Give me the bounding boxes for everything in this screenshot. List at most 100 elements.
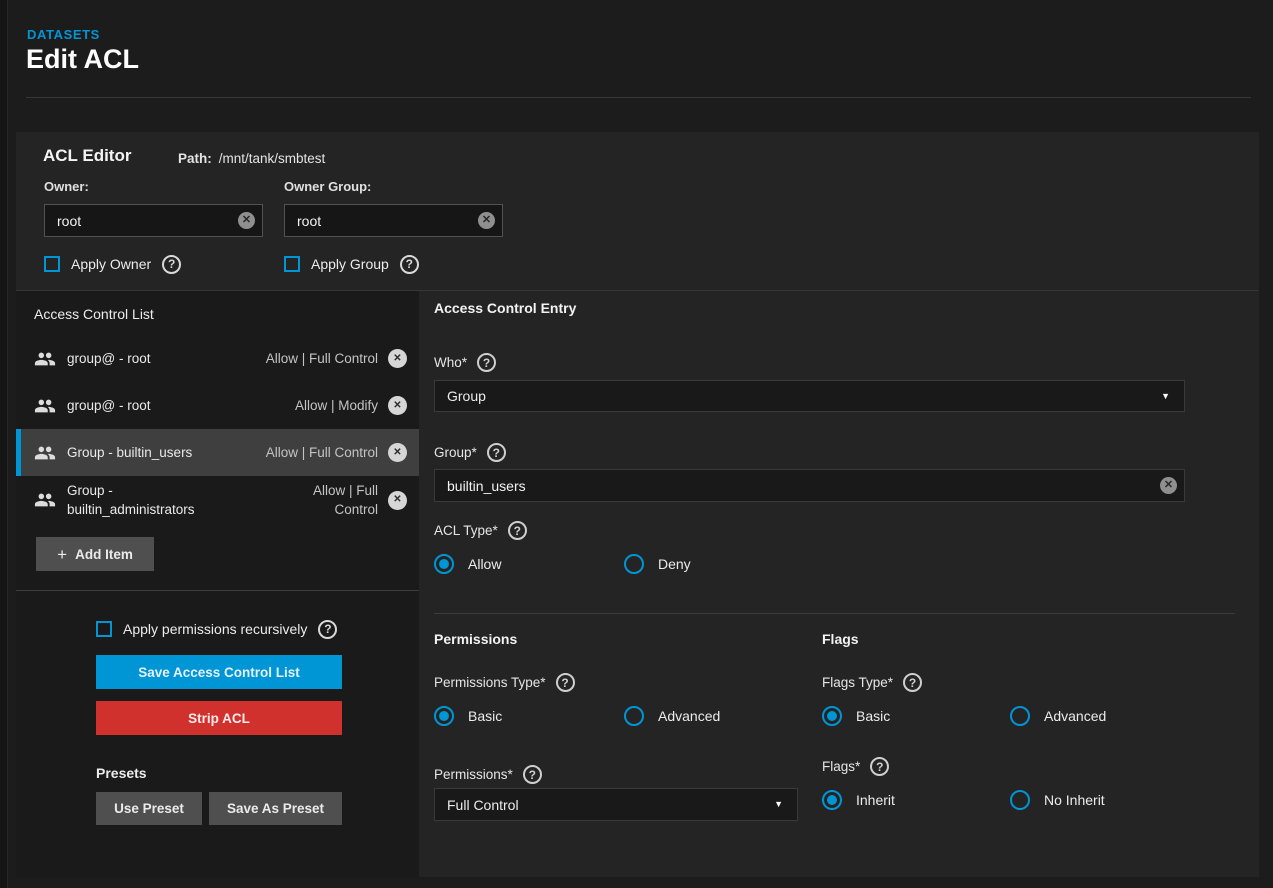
acl-list-item[interactable]: Group - builtin_administrators Allow | F… [16,476,419,524]
flags-header: Flags [822,631,859,647]
apply-owner-help-icon[interactable] [162,255,181,274]
use-preset-button[interactable]: Use Preset [96,792,202,825]
flags-label: Flags* [822,759,860,774]
who-help-icon[interactable] [477,353,496,372]
radio-icon [434,554,454,574]
ace-section-divider [434,613,1235,614]
owner-group-input[interactable] [284,204,503,237]
owner-group-label: Owner Group: [284,179,371,194]
acl-actions: Apply permissions recursively Save Acces… [16,591,419,825]
who-select[interactable]: Group [434,380,1185,412]
path-value: /mnt/tank/smbtest [219,151,326,166]
path-label: Path: [178,151,212,166]
acl-type-help-icon[interactable] [508,521,527,540]
who-select-value: Group [447,388,486,404]
apply-owner-checkbox[interactable] [44,256,60,272]
save-as-preset-button[interactable]: Save As Preset [209,792,342,825]
chevron-down-icon [1161,392,1170,401]
owner-group-field [284,204,503,237]
acl-item-permission: Allow | Modify [295,396,378,415]
permissions-type-label: Permissions Type* [434,675,546,690]
collapsed-sidenav-edge [0,0,8,888]
group-label: Group* [434,445,477,460]
group-people-icon [34,442,56,464]
acl-type-allow-radio[interactable]: Allow [434,554,501,574]
owner-clear-icon[interactable] [238,212,255,229]
acl-item-permission: Allow | Full Control [290,481,378,519]
acl-item-permission: Allow | Full Control [266,349,378,368]
flags-type-label-row: Flags Type* [822,673,922,692]
remove-item-icon[interactable] [388,349,407,368]
flags-no-inherit-radio[interactable]: No Inherit [1010,790,1105,810]
acl-item-who: Group - builtin_administrators [67,481,237,519]
apply-group-checkbox[interactable] [284,256,300,272]
acl-list: group@ - root Allow | Full Control group… [16,335,419,524]
acl-list-item[interactable]: group@ - root Allow | Modify [16,382,419,429]
permissions-select[interactable]: Full Control [434,788,798,821]
owner-input[interactable] [44,204,263,237]
remove-item-icon[interactable] [388,443,407,462]
permissions-help-icon[interactable] [523,765,542,784]
flags-type-advanced-radio[interactable]: Advanced [1010,706,1106,726]
flags-label-row: Flags* [822,757,889,776]
owner-label: Owner: [44,179,89,194]
radio-icon [434,706,454,726]
apply-group-row: Apply Group [284,254,419,274]
group-label-row: Group* [434,443,506,462]
acl-list-panel: Access Control List group@ - root Allow … [16,290,419,877]
strip-acl-button[interactable]: Strip ACL [96,701,342,735]
flags-type-basic-radio[interactable]: Basic [822,706,890,726]
header-divider [26,97,1251,98]
breadcrumb-datasets[interactable]: DATASETS [27,27,100,42]
acl-item-who: group@ - root [67,396,295,415]
radio-icon [624,554,644,574]
acl-item-who: group@ - root [67,349,266,368]
permissions-type-help-icon[interactable] [556,673,575,692]
ace-panel: Access Control Entry Who* Group Group* A… [419,290,1259,877]
who-label-row: Who* [434,353,496,372]
acl-item-permission: Allow | Full Control [266,443,378,462]
flags-help-icon[interactable] [870,757,889,776]
flags-type-label: Flags Type* [822,675,893,690]
add-item-button[interactable]: + Add Item [36,537,154,571]
apply-group-label: Apply Group [311,256,389,272]
acl-list-item[interactable]: Group - builtin_users Allow | Full Contr… [16,429,419,476]
chevron-down-icon [774,800,783,809]
presets-label: Presets [96,765,419,781]
acl-list-item[interactable]: group@ - root Allow | Full Control [16,335,419,382]
acl-type-deny-radio[interactable]: Deny [624,554,691,574]
remove-item-icon[interactable] [388,396,407,415]
radio-icon [624,706,644,726]
dataset-path: Path: /mnt/tank/smbtest [178,151,325,166]
flags-type-help-icon[interactable] [903,673,922,692]
permissions-label: Permissions* [434,767,513,782]
owner-group-clear-icon[interactable] [478,212,495,229]
group-people-icon [34,489,56,511]
recursive-checkbox[interactable] [96,621,112,637]
group-clear-icon[interactable] [1160,477,1177,494]
flags-inherit-radio[interactable]: Inherit [822,790,895,810]
remove-item-icon[interactable] [388,491,407,510]
owner-field [44,204,263,237]
permissions-select-value: Full Control [447,797,519,813]
radio-icon [822,706,842,726]
group-input[interactable] [434,469,1185,502]
plus-icon: + [57,546,67,563]
permissions-type-advanced-radio[interactable]: Advanced [624,706,720,726]
acl-type-label-row: ACL Type* [434,521,527,540]
permissions-label-row: Permissions* [434,765,542,784]
permissions-type-basic-radio[interactable]: Basic [434,706,502,726]
acl-list-title: Access Control List [16,291,419,335]
recursive-help-icon[interactable] [318,620,337,639]
group-people-icon [34,348,56,370]
group-field [434,469,1185,502]
save-acl-button[interactable]: Save Access Control List [96,655,342,689]
radio-icon [822,790,842,810]
apply-group-help-icon[interactable] [400,255,419,274]
page-title: Edit ACL [26,44,139,75]
acl-item-who: Group - builtin_users [67,443,266,462]
radio-icon [1010,706,1030,726]
group-help-icon[interactable] [487,443,506,462]
who-label: Who* [434,355,467,370]
recursive-row: Apply permissions recursively [96,619,419,639]
